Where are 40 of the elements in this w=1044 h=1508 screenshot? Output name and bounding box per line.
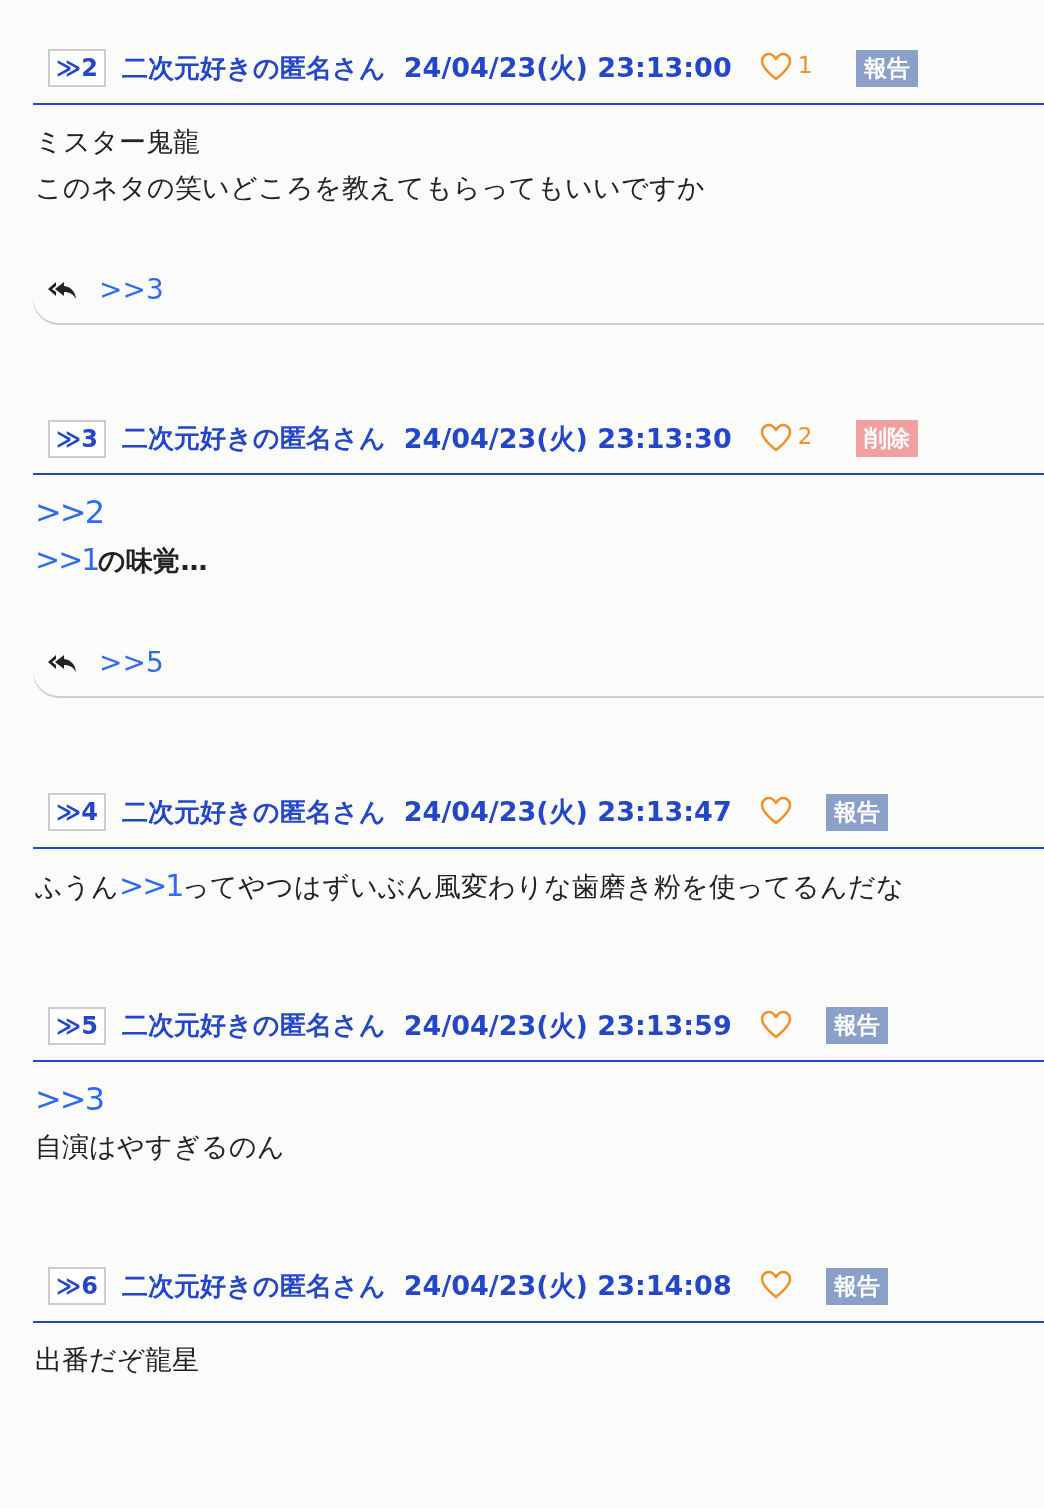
post-text: >>1の味覚… (35, 541, 209, 579)
reply-all-icon (47, 653, 77, 673)
report-button[interactable]: 報告 (825, 1267, 888, 1305)
heart-icon[interactable] (759, 52, 792, 83)
post-text: ミスター鬼龍 (35, 124, 201, 159)
reply-link[interactable]: >>3 (99, 268, 164, 311)
heart-icon[interactable] (759, 1270, 792, 1301)
reply-link[interactable]: >>5 (99, 642, 164, 684)
like-count: 2 (797, 421, 813, 451)
post-date: 24/04/23(火) 23:14:08 (403, 1269, 732, 1303)
post-date: 24/04/23(火) 23:13:59 (403, 1008, 732, 1043)
poster-name: 二次元好きの匿名さん (121, 422, 386, 456)
reply-link[interactable]: >>1 (119, 867, 183, 903)
reply-link[interactable]: >>2 (35, 493, 103, 531)
post-number[interactable]: ≫2 (48, 49, 106, 88)
report-button[interactable]: 報告 (856, 49, 919, 87)
post-text: 出番だぞ龍星 (35, 1342, 200, 1377)
heart-icon[interactable] (759, 1009, 792, 1040)
report-button[interactable]: 報告 (825, 1007, 888, 1045)
reply-link[interactable]: >>1 (35, 542, 99, 577)
poster-name: 二次元好きの匿名さん (121, 51, 386, 85)
post-date: 24/04/23(火) 23:13:47 (403, 795, 732, 829)
heart-icon[interactable] (759, 422, 792, 453)
like-count: 1 (797, 51, 813, 81)
post-date: 24/04/23(火) 23:13:30 (403, 421, 732, 456)
report-button[interactable]: 報告 (825, 793, 888, 831)
poster-name: 二次元好きの匿名さん (121, 1009, 386, 1043)
post-number[interactable]: ≫5 (48, 1006, 106, 1045)
poster-name: 二次元好きの匿名さん (121, 795, 386, 829)
heart-icon[interactable] (759, 796, 792, 827)
post-number[interactable]: ≫4 (48, 793, 106, 832)
poster-name: 二次元好きの匿名さん (121, 1269, 386, 1303)
post-text: このネタの笑いどころを教えてもらってもいいですか (35, 170, 706, 205)
post-number[interactable]: ≫6 (48, 1267, 106, 1306)
reply-link[interactable]: >>3 (35, 1080, 103, 1118)
post-number[interactable]: ≫3 (48, 419, 106, 458)
post-text: 自演はやすぎるのん (35, 1130, 286, 1164)
post-text: ふうん>>1ってやつはずいぶん風変わりな歯磨き粉を使ってるんだな (35, 866, 906, 905)
post-date: 24/04/23(火) 23:13:00 (403, 51, 732, 85)
reply-all-icon (47, 279, 77, 300)
